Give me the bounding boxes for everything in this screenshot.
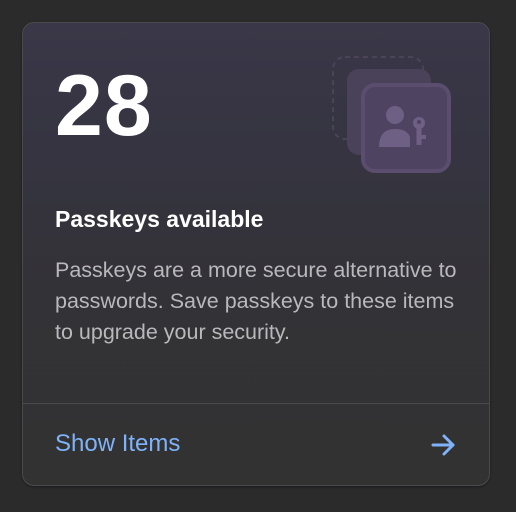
arrow-right-icon xyxy=(431,433,457,457)
passkeys-card: 28 Passkeys available Passkeys are a mor… xyxy=(22,22,490,486)
show-items-label: Show Items xyxy=(55,430,181,457)
show-items-button[interactable]: Show Items xyxy=(23,404,489,485)
passkey-illustration-icon xyxy=(331,55,453,175)
passkeys-count: 28 xyxy=(55,58,153,154)
card-title: Passkeys available xyxy=(55,206,264,232)
card-description: Passkeys are a more secure alternative t… xyxy=(55,258,457,344)
